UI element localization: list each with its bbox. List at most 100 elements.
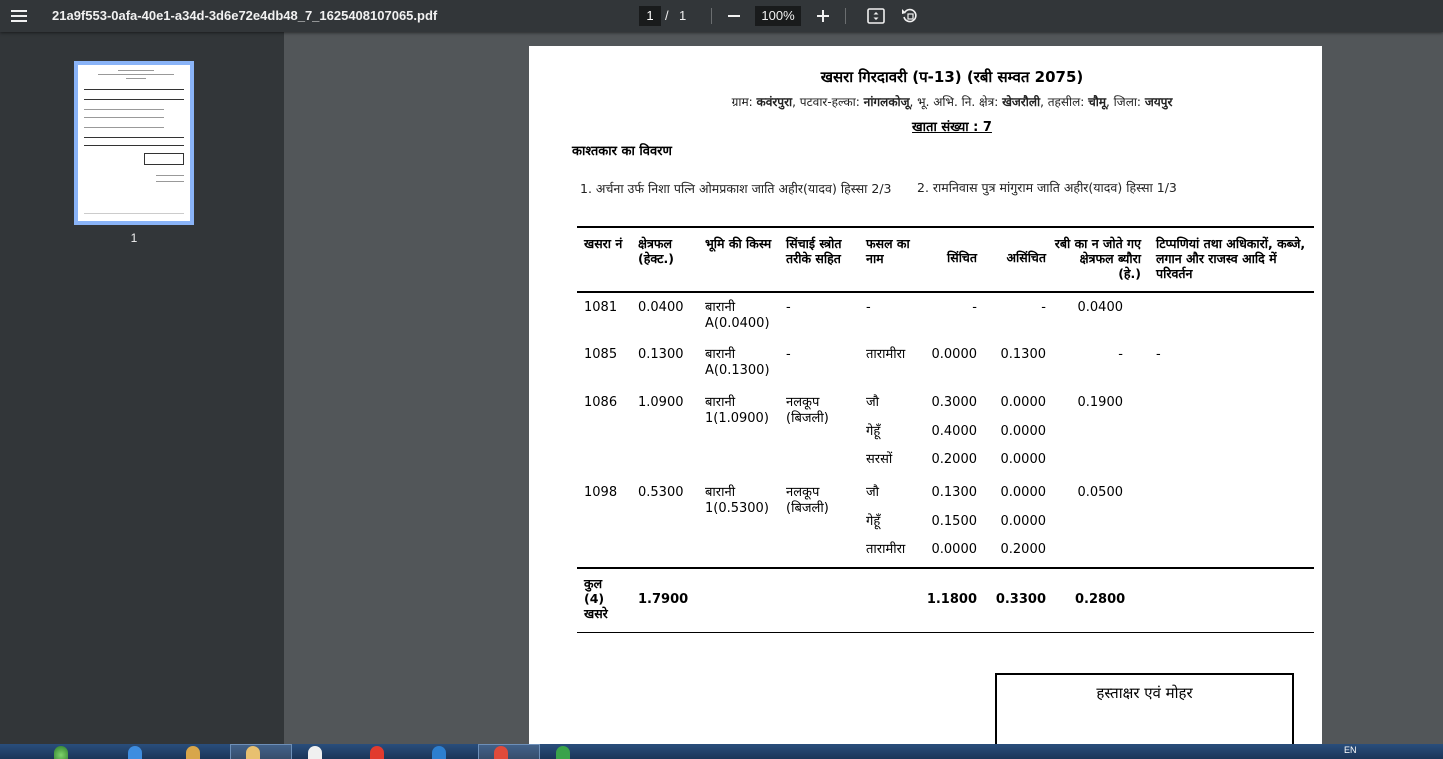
cell-khasra: 1081 — [584, 300, 618, 315]
toolbar-divider — [845, 8, 846, 24]
owner-entry: 1. अर्चना उर्फ निशा पत्नि ओमप्रकाश जाति … — [580, 181, 892, 196]
menu-icon[interactable] — [8, 4, 32, 28]
media-icon[interactable] — [370, 746, 384, 759]
halka-label: , पटवार-हल्का: — [792, 95, 860, 109]
zoom-out-icon[interactable] — [726, 6, 742, 26]
kshetra-value: खेजरौली — [1002, 95, 1041, 109]
total-rabi-unsown: 0.2800 — [1075, 592, 1126, 607]
document-title: 21a9f553-0afa-40e1-a34d-3d6e72e4db48_7_1… — [52, 8, 438, 23]
cell-rabi-unsown: 0.0500 — [1077, 485, 1124, 500]
taskbar-task[interactable] — [230, 744, 292, 759]
cell-irrigated: 0.3000 — [931, 395, 978, 410]
cell-khasra: 1098 — [584, 485, 618, 500]
total-area: 1.7900 — [638, 592, 689, 607]
cell-irrigation: नलकूप (बिजली) — [786, 485, 829, 516]
cell-crop: तारामीरा — [866, 347, 906, 362]
start-button[interactable] — [54, 746, 68, 759]
ie-icon[interactable] — [128, 746, 142, 759]
thumbnail-line — [84, 213, 184, 214]
cell-rabi-unsown: 0.1900 — [1077, 395, 1124, 410]
cell-irrigated: 0.0000 — [931, 347, 978, 362]
thumbnail-sidebar: 1 — [0, 32, 284, 759]
cell-land-type: बारानी 1(0.5300) — [705, 485, 769, 516]
cell-unirrigated: 0.0000 — [1000, 395, 1047, 410]
cell-irrigated: 0.0000 — [931, 542, 978, 557]
zoom-in-icon[interactable] — [815, 6, 831, 26]
zoom-level-input[interactable]: 100% — [755, 6, 801, 26]
chrome-icon — [494, 746, 508, 759]
thumbnail-line — [84, 137, 184, 138]
cell-irrigation: नलकूप (बिजली) — [786, 395, 829, 426]
pdf-page: खसरा गिरदावरी (प-13) (रबी सम्वत 2075) ग्… — [529, 46, 1322, 759]
pdf-toolbar: 21a9f553-0afa-40e1-a34d-3d6e72e4db48_7_1… — [0, 0, 1443, 32]
thumbnail-box — [144, 153, 184, 165]
cell-crop: गेहूँ — [866, 514, 881, 529]
thumbnail-line — [84, 117, 164, 118]
thumbnail-line — [118, 70, 154, 71]
tehsil-label: , तहसील: — [1040, 95, 1085, 109]
cell-irrigated: 0.4000 — [931, 424, 978, 439]
language-indicator[interactable]: EN — [1344, 745, 1357, 755]
header-crop: फसल का नाम — [866, 236, 910, 266]
gram-label: ग्राम: — [731, 95, 753, 109]
header-unirrigated: असिंचित — [1006, 250, 1046, 265]
location-line: ग्राम: कवंरपुरा, पटवार-हल्का: नांगलकोजू,… — [529, 93, 1322, 110]
cell-area: 1.0900 — [638, 395, 684, 410]
taskbar-task[interactable] — [478, 744, 540, 759]
cell-land-type: बारानी 1(1.0900) — [705, 395, 769, 426]
cell-area: 0.5300 — [638, 485, 684, 500]
page-thumbnail[interactable] — [74, 61, 194, 225]
zila-label: , जिला: — [1106, 95, 1141, 109]
cell-unirrigated: 0.1300 — [1000, 347, 1047, 362]
cell-crop: - — [866, 300, 871, 315]
page-separator: / — [665, 8, 669, 23]
kshetra-label: , भू. अभि. नि. क्षेत्र: — [909, 95, 999, 109]
cell-crop: गेहूँ — [866, 424, 881, 439]
help-icon[interactable] — [432, 746, 446, 759]
taskbar: EN — [0, 744, 1443, 759]
thumbnail-line — [84, 127, 164, 128]
cell-khasra: 1085 — [584, 347, 618, 362]
header-bottom-rule — [577, 291, 1314, 293]
thumbnail-line — [156, 181, 184, 182]
header-area: क्षेत्रफल (हेक्ट.) — [638, 236, 674, 266]
total-top-rule — [577, 567, 1314, 569]
header-remarks: टिप्पणियां तथा अधिकारों, कब्जे, लगान और … — [1156, 236, 1306, 281]
total-bottom-rule — [577, 632, 1314, 633]
rotate-icon[interactable] — [900, 6, 920, 26]
cell-khasra: 1086 — [584, 395, 618, 410]
thumbnail-line — [156, 175, 184, 176]
zila-value: जयपुर — [1144, 95, 1173, 109]
thumbnail-line — [84, 99, 184, 100]
cell-land-type: बारानी A(0.0400) — [705, 300, 770, 331]
fit-to-page-icon[interactable] — [866, 6, 886, 26]
cell-rabi-unsown: 0.0400 — [1077, 300, 1124, 315]
header-land-type: भूमि की किस्म — [705, 236, 772, 251]
thumbnail-line — [84, 109, 164, 110]
cell-irrigated: 0.2000 — [931, 452, 978, 467]
halka-value: नांगलकोजू — [863, 95, 910, 109]
document-icon[interactable] — [308, 746, 322, 759]
section-heading: काश्तकार का विवरण — [572, 144, 672, 159]
cell-area: 0.1300 — [638, 347, 684, 362]
cell-crop: जौ — [866, 395, 880, 410]
page-total: 1 — [679, 8, 687, 23]
explorer-icon[interactable] — [186, 746, 200, 759]
cell-unirrigated: 0.0000 — [1000, 452, 1047, 467]
header-irrigated: सिंचित — [947, 250, 977, 265]
thumbnail-page-number: 1 — [130, 231, 138, 245]
table-top-rule — [577, 226, 1314, 228]
tehsil-value: चौमू — [1088, 95, 1107, 109]
cell-unirrigated: 0.0000 — [1000, 514, 1047, 529]
page-number-input[interactable]: 1 — [639, 6, 661, 26]
total-unirrigated: 0.3300 — [995, 592, 1046, 607]
signature-label: हस्ताक्षर एवं मोहर — [1096, 684, 1193, 702]
document-heading: खसरा गिरदावरी (प-13) (रबी सम्वत 2075) — [820, 68, 1084, 86]
spreadsheet-icon[interactable] — [556, 746, 570, 759]
cell-irrigated: - — [972, 300, 977, 315]
thumbnail-line — [126, 78, 146, 79]
cell-remarks: - — [1156, 347, 1161, 362]
thumbnail-line — [84, 145, 184, 146]
owner-entry: 2. रामनिवास पुत्र मांगुराम जाति अहीर(याद… — [917, 180, 1177, 195]
khata-number: खाता संख्या : 7 — [912, 120, 992, 135]
